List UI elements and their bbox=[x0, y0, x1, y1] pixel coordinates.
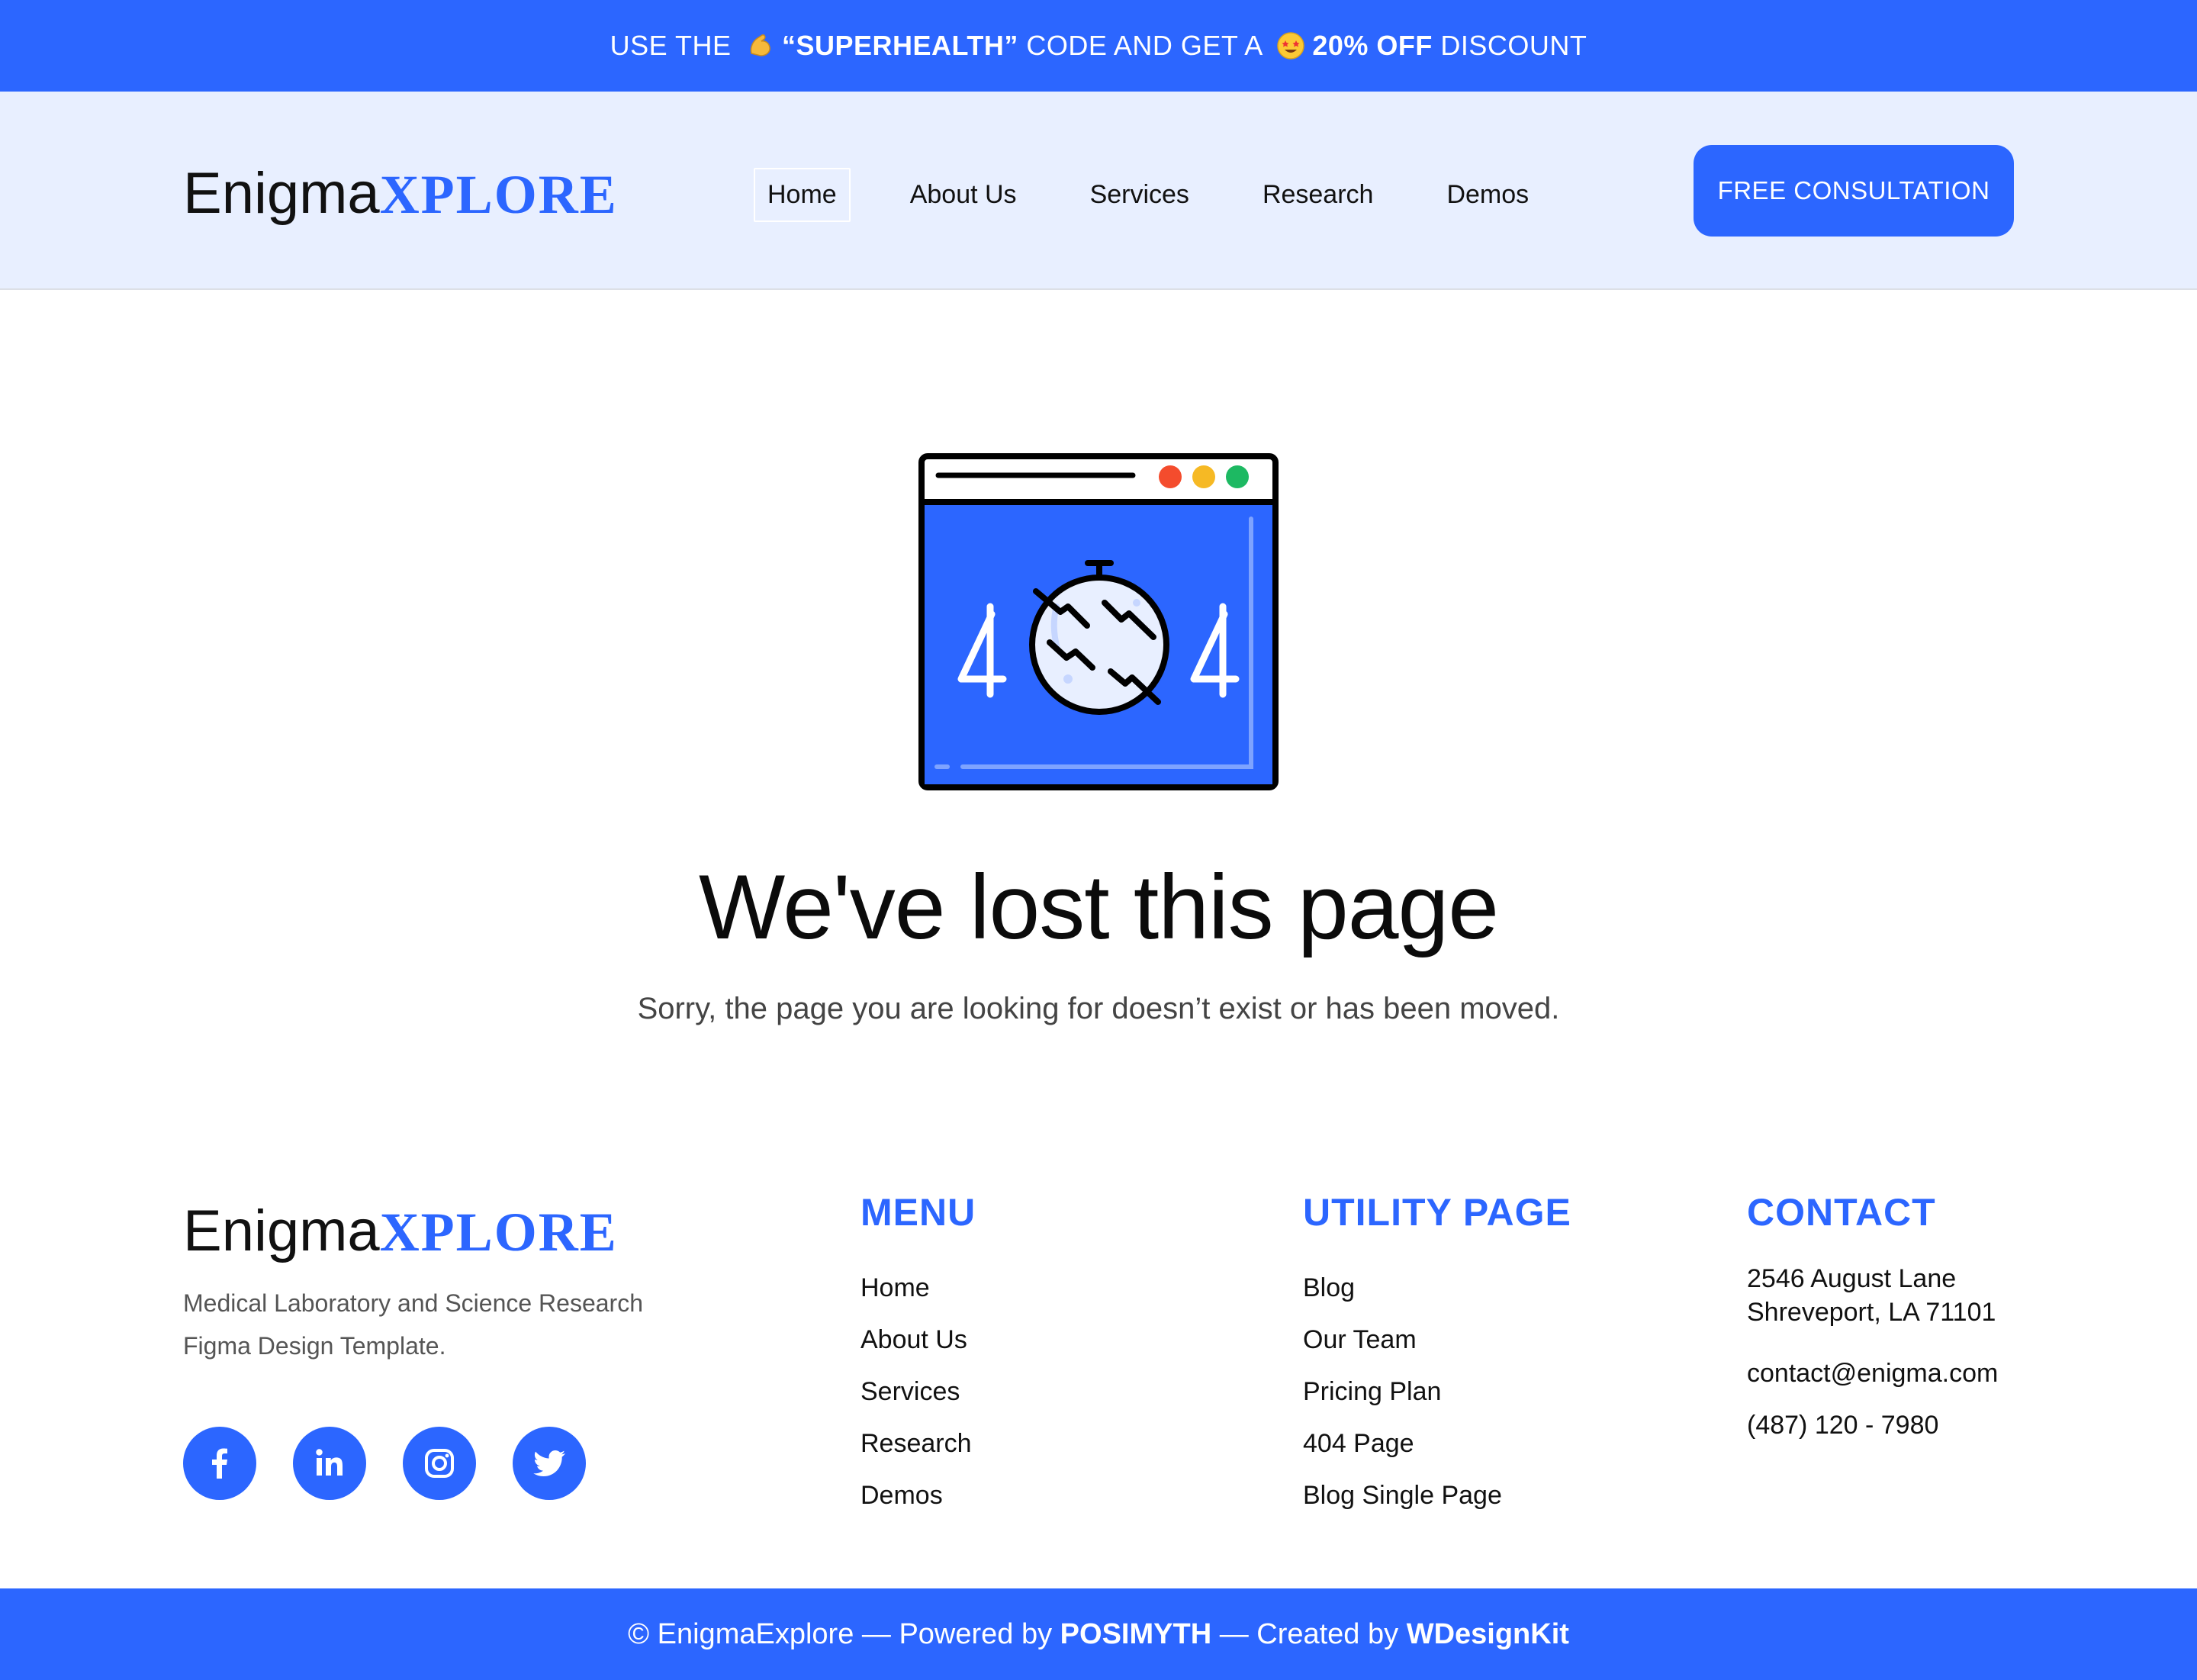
footer-menu-column: MENU Home About Us Services Research Dem… bbox=[860, 1190, 976, 1521]
logo-text-accent: XPLORE bbox=[379, 164, 618, 225]
posimyth-link[interactable]: POSIMYTH bbox=[1060, 1618, 1211, 1651]
footer-link-home[interactable]: Home bbox=[860, 1262, 976, 1314]
footer-contact-heading: CONTACT bbox=[1747, 1191, 1936, 1234]
promo-text-1: USE THE bbox=[610, 30, 740, 61]
copyright-bar: © EnigmaExplore — Powered by POSIMYTH — … bbox=[0, 1588, 2197, 1680]
footer-link-blog-single-page[interactable]: Blog Single Page bbox=[1303, 1469, 1571, 1521]
footer-logo[interactable]: Enigma XPLORE bbox=[183, 1202, 618, 1260]
copyright-text-1: © EnigmaExplore — Powered by bbox=[628, 1617, 1060, 1650]
footer-utility-heading: UTILITY PAGE bbox=[1303, 1191, 1571, 1234]
promo-text-3: DISCOUNT bbox=[1432, 30, 1587, 61]
footer-link-services[interactable]: Services bbox=[860, 1366, 976, 1418]
facebook-icon bbox=[212, 1448, 227, 1479]
footer-logo-text-primary: Enigma bbox=[183, 1199, 380, 1263]
promo-banner: USE THE “SUPERHEALTH” CODE AND GET A 20%… bbox=[0, 0, 2197, 92]
contact-address-line1: 2546 August Lane bbox=[1747, 1264, 1957, 1293]
nav-services[interactable]: Services bbox=[1076, 168, 1203, 222]
linkedin-icon bbox=[316, 1449, 343, 1476]
main-nav: Home About Us Services Research Demos bbox=[754, 168, 1588, 222]
broken-browser-404-illustration bbox=[918, 453, 1279, 790]
footer-contact-column: CONTACT 2546 August Lane Shreveport, LA … bbox=[1747, 1190, 1998, 1451]
footer-link-blog[interactable]: Blog bbox=[1303, 1262, 1571, 1314]
instagram-link[interactable] bbox=[403, 1427, 476, 1500]
free-consultation-button[interactable]: FREE CONSULTATION bbox=[1694, 145, 2014, 237]
promo-discount: 20% OFF bbox=[1312, 30, 1433, 61]
copyright-text-2: — Created by bbox=[1211, 1617, 1407, 1650]
facebook-link[interactable] bbox=[183, 1427, 256, 1500]
wdesignkit-link[interactable]: WDesignKit bbox=[1407, 1618, 1569, 1651]
nav-about-us[interactable]: About Us bbox=[896, 168, 1031, 222]
logo-text-primary: Enigma bbox=[183, 161, 380, 226]
social-links bbox=[183, 1427, 586, 1500]
nav-research[interactable]: Research bbox=[1249, 168, 1388, 222]
site-header: Enigma XPLORE Home About Us Services Res… bbox=[0, 92, 2197, 290]
nav-demos[interactable]: Demos bbox=[1433, 168, 1542, 222]
footer-link-our-team[interactable]: Our Team bbox=[1303, 1314, 1571, 1366]
footer-link-demos[interactable]: Demos bbox=[860, 1469, 976, 1521]
footer-menu-heading: MENU bbox=[860, 1191, 976, 1234]
footer-link-pricing-plan[interactable]: Pricing Plan bbox=[1303, 1366, 1571, 1418]
twitter-link[interactable] bbox=[513, 1427, 586, 1500]
nav-home[interactable]: Home bbox=[754, 168, 851, 222]
contact-email[interactable]: contact@enigma.com bbox=[1747, 1347, 1998, 1399]
promo-text-2: CODE AND GET A bbox=[1018, 30, 1270, 61]
flexed-biceps-icon bbox=[750, 34, 770, 56]
footer-link-research[interactable]: Research bbox=[860, 1418, 976, 1469]
star-struck-face-icon bbox=[1277, 32, 1305, 60]
twitter-icon bbox=[533, 1450, 565, 1476]
footer-link-404-page[interactable]: 404 Page bbox=[1303, 1418, 1571, 1469]
contact-address: 2546 August Lane Shreveport, LA 71101 bbox=[1747, 1262, 1998, 1329]
promo-code: “SUPERHEALTH” bbox=[782, 30, 1018, 61]
contact-phone[interactable]: (487) 120 - 7980 bbox=[1747, 1399, 1998, 1451]
footer-description: Medical Laboratory and Science Research … bbox=[183, 1289, 643, 1360]
linkedin-link[interactable] bbox=[293, 1427, 366, 1500]
page-subtitle: Sorry, the page you are looking for does… bbox=[637, 992, 1560, 1025]
footer-link-about-us[interactable]: About Us bbox=[860, 1314, 976, 1366]
header-logo[interactable]: Enigma XPLORE bbox=[183, 165, 618, 223]
instagram-icon bbox=[425, 1449, 454, 1478]
page-title: We've lost this page bbox=[699, 856, 1499, 958]
footer-logo-text-accent: XPLORE bbox=[379, 1202, 618, 1263]
contact-address-line2: Shreveport, LA 71101 bbox=[1747, 1298, 1996, 1327]
footer-utility-column: UTILITY PAGE Blog Our Team Pricing Plan … bbox=[1303, 1190, 1571, 1521]
